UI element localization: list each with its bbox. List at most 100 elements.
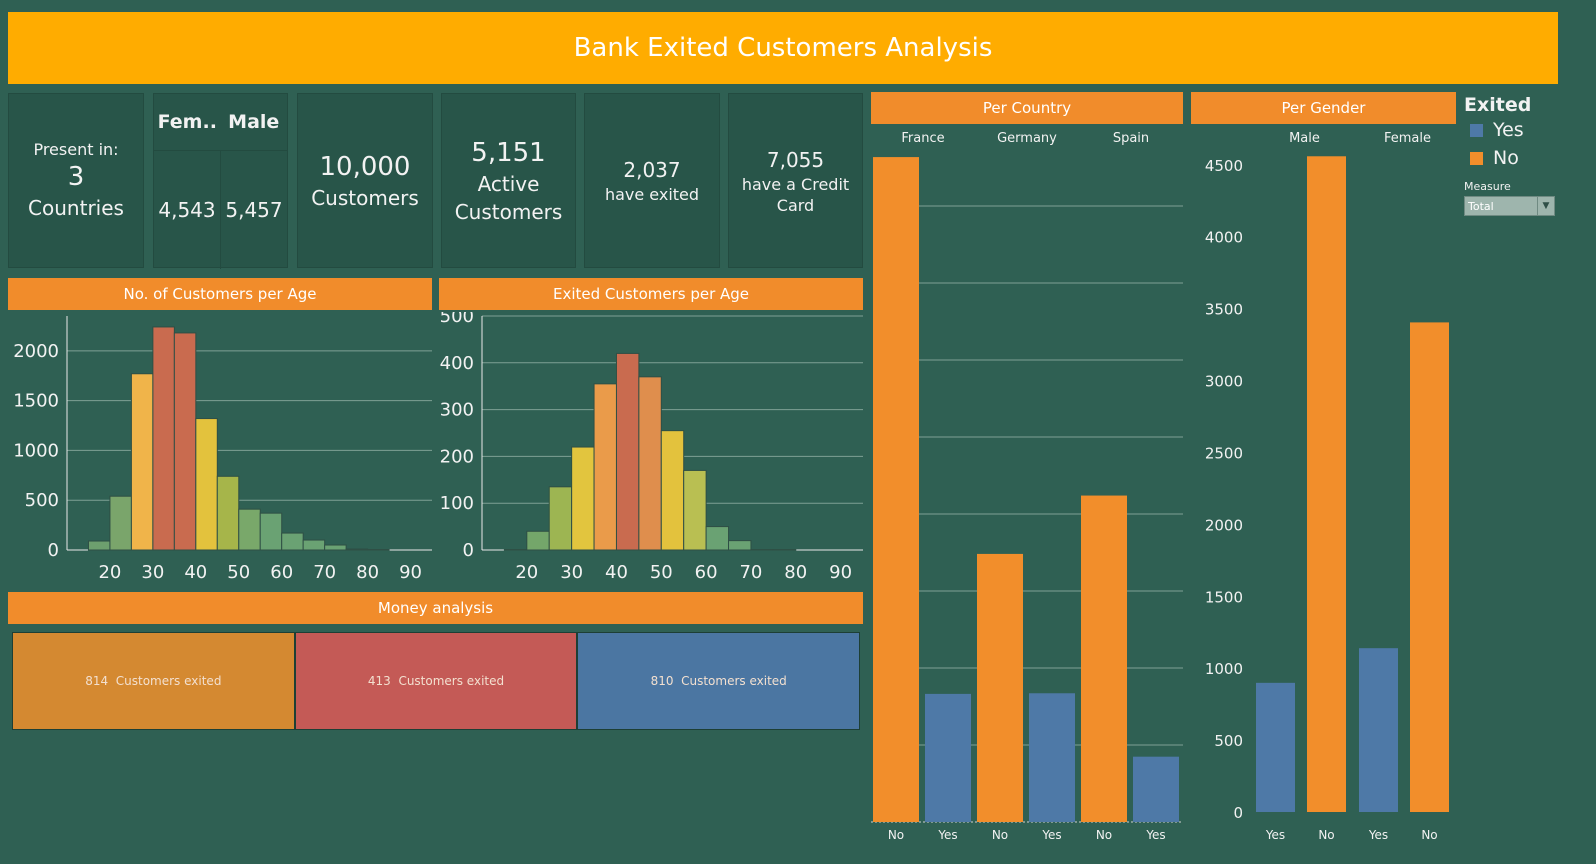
chevron-down-icon: ▼ [1537, 197, 1554, 215]
histogram-bar [109, 495, 132, 551]
histogram-bar [571, 446, 595, 551]
money-treemap: 814 Customers exited 413 Customers exite… [12, 632, 861, 730]
bar-label: Yes [1368, 828, 1388, 842]
histogram-bar [152, 326, 175, 551]
y-tick-label: 500 [25, 490, 59, 511]
x-tick-label: 40 [605, 562, 628, 583]
country-bar-chart: France No Yes Germany No Yes Spain No Yes [871, 131, 1183, 842]
x-tick-label: 30 [560, 562, 583, 583]
x-tick-label: 80 [784, 562, 807, 583]
bar-label: Yes [1041, 828, 1061, 842]
customers-value: 10,000 [319, 151, 411, 182]
exited-card: 2,037 have exited [584, 93, 720, 268]
country-bar [1133, 756, 1179, 822]
y-tick-label: 400 [440, 353, 474, 374]
credit-value: 7,055 [766, 147, 825, 172]
legend-item-no[interactable]: No [1464, 144, 1574, 172]
credit-card: 7,055 have a Credit Card [728, 93, 863, 268]
bar-label: No [888, 828, 904, 842]
histogram-bar [683, 469, 707, 551]
bar-label: No [992, 828, 1008, 842]
country-bar [925, 693, 971, 822]
country-group-label: Spain [1113, 131, 1149, 146]
y-tick-label: 100 [440, 493, 474, 514]
age-histogram: 0 500 1000 1500 2000 20 30 40 50 60 70 80 90 [13, 316, 432, 583]
country-bar [977, 553, 1023, 822]
male-label: Male [228, 111, 280, 133]
bar-label: No [1318, 828, 1334, 842]
y-tick-label: 1500 [13, 391, 59, 412]
histogram-bar [660, 430, 685, 551]
measure-select[interactable]: Total ▼ [1464, 196, 1555, 216]
x-tick-label: 50 [227, 562, 250, 583]
gender-values: 4,543 5,457 [154, 150, 287, 269]
legend-item-yes[interactable]: Yes [1464, 116, 1574, 144]
customers-card: 10,000 Customers [297, 93, 433, 268]
histogram-bar [324, 544, 347, 551]
gender-card: Fem.. Male 4,543 5,457 [153, 93, 288, 269]
x-tick-label: 30 [141, 562, 164, 583]
credit-label-2: Card [776, 195, 815, 215]
money-block-2[interactable]: 413 Customers exited [294, 632, 578, 730]
histogram-bar [638, 376, 662, 551]
x-tick-label: 70 [313, 562, 336, 583]
countries-label: Countries [28, 196, 124, 220]
histogram-bar [705, 526, 730, 551]
histogram-bar [216, 475, 240, 551]
y-tick-label: 1500 [1205, 588, 1243, 606]
bar-label: No [1096, 828, 1112, 842]
country-bar [873, 157, 919, 822]
gender-header: Fem.. Male [154, 94, 287, 150]
dashboard-title: Bank Exited Customers Analysis [8, 12, 1558, 84]
x-tick-label: 20 [515, 562, 538, 583]
legend-swatch-no [1470, 151, 1483, 165]
bar-label: Yes [1265, 828, 1285, 842]
countries-card: Present in: 3 Countries [8, 93, 144, 268]
gender-bar [1359, 648, 1398, 812]
x-tick-label: 40 [184, 562, 207, 583]
x-tick-label: 20 [98, 562, 121, 583]
histogram-bar [238, 508, 261, 551]
legend-swatch-yes [1470, 123, 1483, 137]
bar-label: Yes [1145, 828, 1165, 842]
x-tick-label: 80 [356, 562, 379, 583]
country-bar [1029, 693, 1075, 822]
histogram-bar [173, 332, 197, 551]
gender-group-label: Female [1384, 131, 1431, 146]
histogram-bar [593, 383, 617, 551]
gender-header-bar: Per Gender [1191, 92, 1456, 124]
exited-legend: Exited Yes No Measure Total ▼ [1464, 94, 1574, 216]
y-tick-label: 1000 [1205, 660, 1243, 678]
age-chart-header: No. of Customers per Age [8, 278, 432, 310]
male-count: 5,457 [225, 198, 283, 222]
y-tick-label: 2000 [1205, 516, 1243, 534]
credit-label-1: have a Credit [741, 174, 850, 194]
money-block-3[interactable]: 810 Customers exited [577, 632, 861, 730]
exited-label: have exited [604, 185, 700, 204]
country-group-label: Germany [997, 131, 1057, 146]
active-value: 5,151 [471, 137, 546, 168]
money-block-1[interactable]: 814 Customers exited [12, 632, 295, 730]
female-count: 4,543 [154, 151, 221, 269]
x-tick-label: 60 [695, 562, 718, 583]
histogram-bar [130, 373, 154, 551]
gender-bar [1256, 682, 1295, 812]
y-tick-label: 500 [440, 312, 474, 327]
histogram-bar [345, 548, 369, 551]
y-tick-label: 4000 [1205, 229, 1243, 247]
exited-value: 2,037 [623, 158, 681, 182]
histogram-bar [615, 352, 640, 551]
y-tick-label: 200 [440, 446, 474, 467]
bar-label: Yes [937, 828, 957, 842]
legend-title: Exited [1464, 94, 1532, 116]
exited-age-chart-header: Exited Customers per Age [439, 278, 863, 310]
country-header: Per Country [871, 92, 1183, 124]
y-tick-label: 500 [1214, 732, 1243, 750]
y-tick-label: 0 [463, 540, 474, 561]
histogram-bar [259, 512, 283, 551]
gender-bar [1410, 322, 1449, 812]
x-tick-label: 60 [270, 562, 293, 583]
gender-bar [1307, 156, 1346, 812]
histogram-bar [195, 418, 218, 551]
y-tick-label: 3000 [1205, 373, 1243, 391]
